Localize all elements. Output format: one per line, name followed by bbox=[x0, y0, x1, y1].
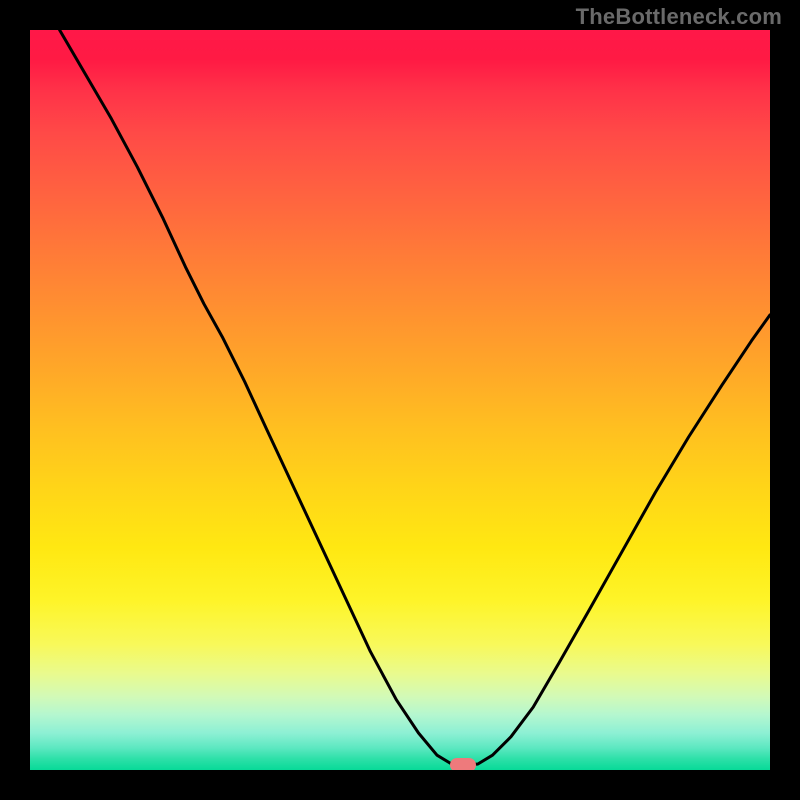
plot-area bbox=[30, 30, 770, 770]
bottleneck-curve bbox=[30, 30, 770, 770]
watermark-text: TheBottleneck.com bbox=[576, 4, 782, 30]
chart-container: TheBottleneck.com bbox=[0, 0, 800, 800]
optimal-marker bbox=[450, 758, 476, 770]
